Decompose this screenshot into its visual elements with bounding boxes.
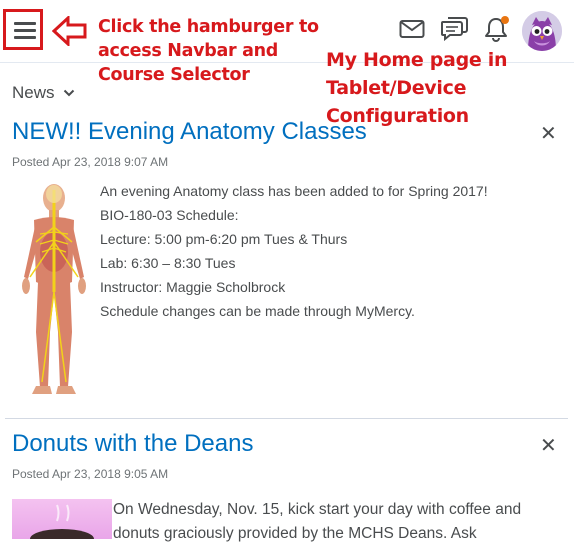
news-item-title[interactable]: NEW!! Evening Anatomy Classes (12, 118, 367, 146)
news-body: An evening Anatomy class has been added … (100, 183, 488, 319)
news-widget-header[interactable]: News (12, 83, 75, 103)
owl-avatar-icon (522, 11, 562, 51)
divider (5, 418, 568, 419)
donut-image (12, 499, 112, 539)
news-posted-date: Posted Apr 23, 2018 9:07 AM (12, 155, 169, 169)
news-item-title[interactable]: Donuts with the Deans (12, 430, 253, 458)
left-arrow-annotation-icon (52, 16, 87, 46)
hamburger-annotation: Click the hamburger to access Navbar and… (98, 17, 319, 85)
notification-badge (501, 16, 509, 24)
hamburger-icon (14, 22, 36, 25)
email-icon[interactable] (399, 19, 425, 39)
hamburger-menu-button[interactable] (3, 9, 43, 50)
dismiss-news-button[interactable]: ✕ (540, 433, 557, 458)
chat-icon[interactable] (441, 15, 468, 41)
news-posted-date: Posted Apr 23, 2018 9:05 AM (12, 467, 169, 481)
coffee-cup-icon (30, 504, 94, 539)
widget-title: News (12, 83, 55, 102)
chevron-down-icon (63, 89, 74, 97)
dismiss-news-button[interactable]: ✕ (540, 121, 557, 146)
anatomy-figure-image (22, 184, 86, 394)
avatar[interactable] (522, 11, 562, 51)
news-body: On Wednesday, Nov. 15, kick start your d… (113, 501, 522, 542)
